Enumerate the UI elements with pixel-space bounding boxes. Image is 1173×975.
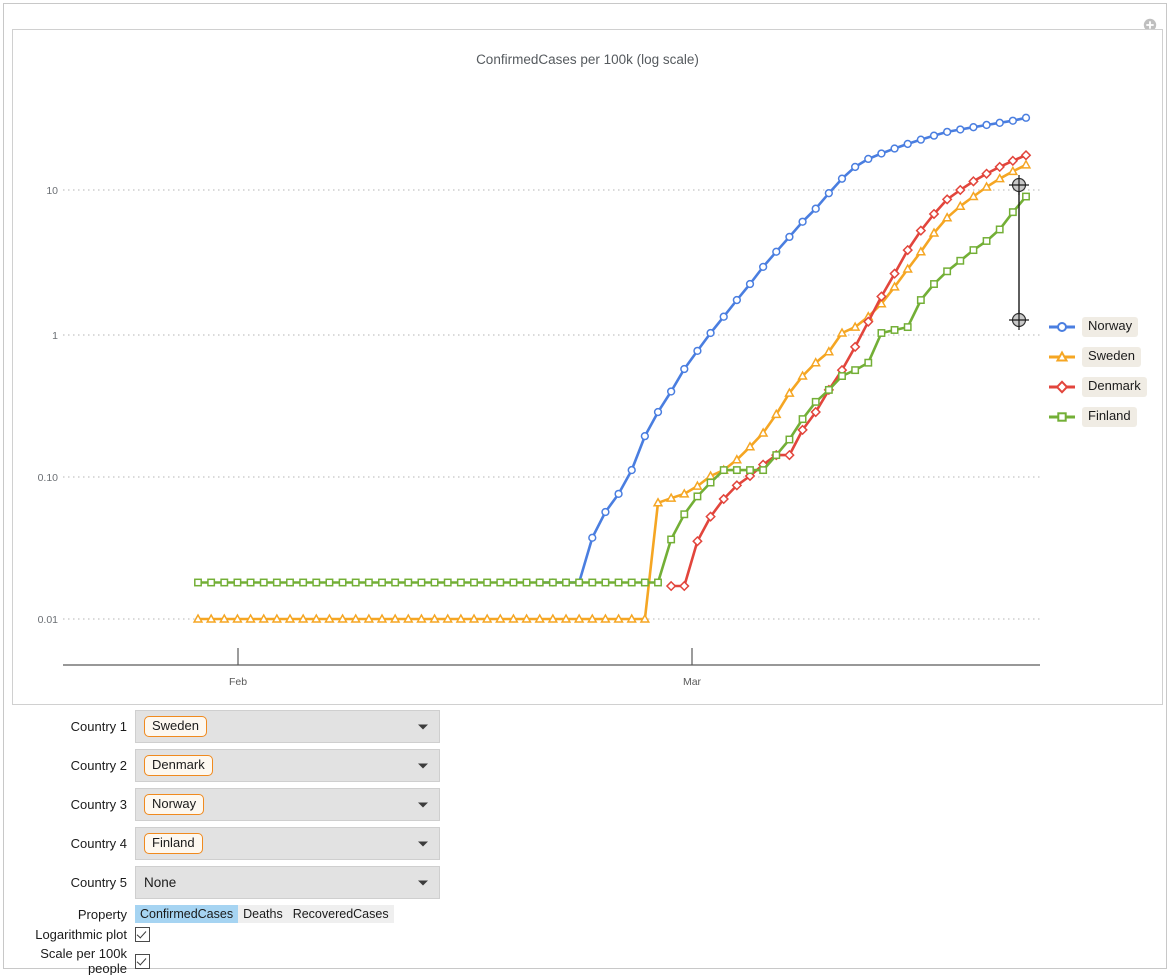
gridlines xyxy=(63,189,1040,620)
y-axis-labels: 10 1 0.10 0.01 xyxy=(38,185,59,626)
country-5-label: Country 5 xyxy=(70,875,127,890)
logarithmic-plot-checkbox[interactable] xyxy=(135,927,150,942)
legend-marker-triangle-icon xyxy=(1049,350,1075,362)
scale-per-100k-row: Scale per 100k people xyxy=(4,946,1166,975)
legend-label-denmark: Denmark xyxy=(1082,377,1147,397)
app-root: ConfirmedCases per 100k (log scale) 10 1… xyxy=(0,0,1173,975)
svg-text:10: 10 xyxy=(46,185,58,197)
property-option-confirmedcases[interactable]: ConfirmedCases xyxy=(135,905,239,923)
legend-item-1[interactable]: Sweden xyxy=(1048,342,1173,372)
country-2-value: Denmark xyxy=(144,754,213,777)
legend-label-norway: Norway xyxy=(1082,317,1139,337)
legend-marker-square-icon xyxy=(1049,412,1075,422)
scale-per-100k-checkbox[interactable] xyxy=(135,953,150,969)
country-4-label: Country 4 xyxy=(70,836,127,851)
chevron-down-icon xyxy=(418,763,428,768)
chart-legend: Norway Sweden Denmark Finland xyxy=(1048,312,1173,432)
property-row: Property ConfirmedCases Deaths Recovered… xyxy=(4,905,1166,923)
svg-text:Feb: Feb xyxy=(229,676,247,688)
country-4-dropdown[interactable]: Finland xyxy=(135,827,440,860)
legend-item-2[interactable]: Denmark xyxy=(1048,372,1173,402)
property-tab-group: ConfirmedCases Deaths RecoveredCases xyxy=(135,905,394,923)
property-option-recoveredcases[interactable]: RecoveredCases xyxy=(288,905,394,923)
chevron-down-icon xyxy=(418,880,428,885)
country-4-value: Finland xyxy=(144,832,203,855)
chart-panel: ConfirmedCases per 100k (log scale) 10 1… xyxy=(12,29,1163,705)
legend-label-sweden: Sweden xyxy=(1082,347,1141,367)
country-1-value: Sweden xyxy=(144,715,207,738)
legend-label-finland: Finland xyxy=(1082,407,1137,427)
svg-text:0.10: 0.10 xyxy=(38,472,59,484)
chevron-down-icon xyxy=(418,802,428,807)
series-finland xyxy=(194,192,1030,587)
legend-marker-circle-icon xyxy=(1049,322,1075,332)
country-2-label: Country 2 xyxy=(70,758,127,773)
series-denmark xyxy=(665,149,1032,592)
window-frame: ConfirmedCases per 100k (log scale) 10 1… xyxy=(3,3,1167,975)
legend-marker-diamond-icon xyxy=(1049,380,1075,394)
country-row-4: Country 4 Finland xyxy=(4,827,1166,860)
country-1-dropdown[interactable]: Sweden xyxy=(135,710,440,743)
logarithmic-plot-label: Logarithmic plot xyxy=(35,927,127,942)
country-row-3: Country 3 Norway xyxy=(4,788,1166,821)
country-row-5: Country 5 None xyxy=(4,866,1166,899)
country-3-value: Norway xyxy=(144,793,205,816)
property-label: Property xyxy=(77,906,127,922)
x-axis-labels: Feb Mar xyxy=(229,676,702,688)
country-1-label: Country 1 xyxy=(70,719,127,734)
country-5-value: None xyxy=(144,875,177,890)
series-sweden xyxy=(192,159,1032,623)
svg-text:Mar: Mar xyxy=(683,676,702,688)
country-3-dropdown[interactable]: Norway xyxy=(135,788,440,821)
controls-panel: Country 1 Sweden Country 2 Denmark Count… xyxy=(4,710,1166,975)
country-row-1: Country 1 Sweden xyxy=(4,710,1166,743)
series-layer xyxy=(192,113,1032,623)
property-option-deaths[interactable]: Deaths xyxy=(238,905,288,923)
chart-plot-area[interactable]: 10 1 0.10 0.01 Feb Mar xyxy=(13,30,1162,704)
chevron-down-icon xyxy=(418,841,428,846)
legend-item-0[interactable]: Norway xyxy=(1048,312,1173,342)
country-3-label: Country 3 xyxy=(70,797,127,812)
country-2-dropdown[interactable]: Denmark xyxy=(135,749,440,782)
svg-text:0.01: 0.01 xyxy=(38,614,59,626)
series-norway xyxy=(535,113,1031,587)
scale-per-100k-label: Scale per 100k people xyxy=(40,946,127,975)
country-5-dropdown[interactable]: None xyxy=(135,866,440,899)
logarithmic-plot-row: Logarithmic plot xyxy=(4,927,1166,942)
country-row-2: Country 2 Denmark xyxy=(4,749,1166,782)
legend-item-3[interactable]: Finland xyxy=(1048,402,1173,432)
svg-text:1: 1 xyxy=(52,330,58,342)
chevron-down-icon xyxy=(418,724,428,729)
